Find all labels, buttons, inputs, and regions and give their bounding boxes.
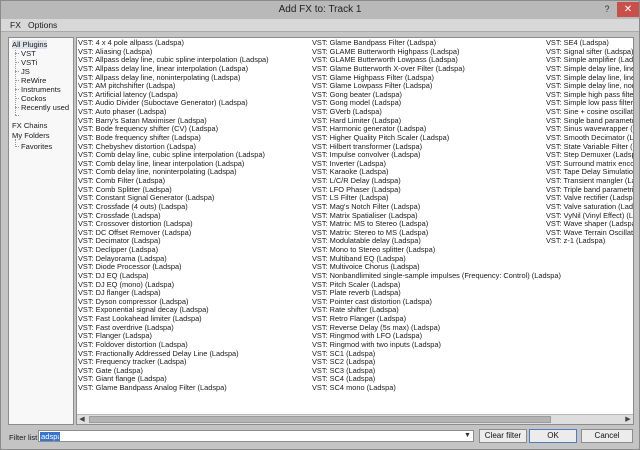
plugin-list-item[interactable]: VST: z-1 (Ladspa) <box>546 237 633 246</box>
filter-input[interactable] <box>40 432 60 441</box>
plugin-list: VST: 4 x 4 pole allpass (Ladspa) VST: Ali… <box>76 37 634 425</box>
window-title: Add FX to: Track 1 <box>278 4 362 15</box>
tree-item-vsti[interactable]: VSTi <box>21 58 37 67</box>
ok-button[interactable]: OK <box>529 429 577 443</box>
tree-connector <box>15 71 19 72</box>
tree-connector <box>15 80 19 81</box>
plugin-column: VST: 4 x 4 pole allpass (Ladspa) VST: Ali… <box>78 38 269 393</box>
tree-item-cockos[interactable]: Cockos <box>21 94 46 103</box>
tree-connector <box>15 89 19 90</box>
tree-item-rewire[interactable]: ReWire <box>21 76 46 85</box>
tree-connector <box>15 107 19 108</box>
plugin-column: VST: Glame Bandpass Filter (Ladspa) VST: … <box>312 38 561 393</box>
tree-item-vst[interactable]: VST <box>21 49 36 58</box>
close-icon[interactable]: ✕ <box>617 2 639 17</box>
tree-connector <box>15 115 19 116</box>
help-icon[interactable]: ? <box>599 2 615 16</box>
plugin-list-item[interactable]: VST: SC4 mono (Ladspa) <box>312 383 561 393</box>
clear-filter-button[interactable]: Clear filter <box>479 429 527 443</box>
title-bar[interactable]: Add FX to: Track 1 ? ✕ <box>1 1 639 19</box>
tree-connector <box>15 48 16 115</box>
tree-connector <box>15 98 19 99</box>
scroll-right-icon[interactable]: ▶ <box>623 415 633 424</box>
tree-item-js[interactable]: JS <box>21 67 30 76</box>
add-fx-dialog: Add FX to: Track 1 ? ✕ FX Options All Pl… <box>0 0 640 450</box>
filter-combobox[interactable]: ▼ <box>38 430 474 442</box>
category-tree: All Plugins VST VSTi JS ReWire Instrumen… <box>8 37 74 425</box>
tree-connector <box>15 62 19 63</box>
bottom-bar: Filter list: ▼ Clear filter OK Cancel <box>1 427 639 449</box>
menu-options[interactable]: Options <box>25 20 60 30</box>
tree-item-all-plugins[interactable]: All Plugins <box>12 40 48 49</box>
plugin-list-item[interactable]: VST: Glame Bandpass Analog Filter (Ladsp… <box>78 383 269 393</box>
tree-connector <box>15 146 19 147</box>
resize-grip-icon[interactable] <box>632 442 638 448</box>
tree-item-instruments[interactable]: Instruments <box>21 85 61 94</box>
plugin-column: VST: SE4 (Ladspa) VST: Signal sifter (Lad… <box>546 38 633 246</box>
tree-item-favorites[interactable]: Favorites <box>21 142 52 151</box>
filter-label: Filter list: <box>9 433 40 442</box>
tree-item-recently-used[interactable]: Recently used <box>21 103 69 112</box>
horizontal-scrollbar[interactable]: ◀ ▶ <box>77 414 633 424</box>
menu-bar: FX Options <box>1 19 639 32</box>
scroll-left-icon[interactable]: ◀ <box>77 415 87 424</box>
scrollbar-thumb[interactable] <box>89 416 551 423</box>
tree-item-fx-chains[interactable]: FX Chains <box>12 121 47 130</box>
cancel-button[interactable]: Cancel <box>581 429 633 443</box>
tree-connector <box>15 53 19 54</box>
tree-item-my-folders[interactable]: My Folders <box>12 131 50 140</box>
chevron-down-icon[interactable]: ▼ <box>462 431 473 441</box>
menu-fx[interactable]: FX <box>7 20 24 30</box>
